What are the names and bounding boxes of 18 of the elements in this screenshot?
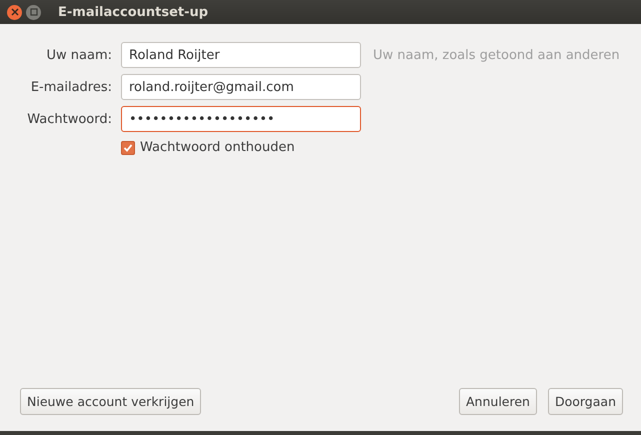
dialog-button[interactable]: Annuleren bbox=[459, 388, 537, 415]
dialog-button[interactable]: Nieuwe account verkrijgen bbox=[20, 388, 202, 415]
field-label: E-mailadres: bbox=[30, 80, 112, 94]
input-field[interactable]: ••••••••••••••••••• bbox=[121, 106, 361, 132]
window-title: E-mailaccountset-up bbox=[58, 4, 208, 20]
field-label: Uw naam: bbox=[46, 48, 112, 62]
close-icon bbox=[10, 8, 18, 16]
checkbox-label: Wachtwoord onthouden bbox=[140, 140, 295, 155]
dialog-button[interactable]: Doorgaan bbox=[548, 388, 623, 415]
maximize-button[interactable] bbox=[26, 4, 41, 20]
input-field[interactable]: roland.roijter@gmail.com bbox=[121, 74, 361, 100]
hint-text: Uw naam, zoals getoond aan anderen bbox=[373, 48, 621, 62]
checkbox[interactable] bbox=[121, 140, 135, 154]
close-button[interactable] bbox=[7, 4, 22, 20]
field-label: Wachtwoord: bbox=[26, 112, 112, 126]
input-field[interactable]: Roland Roijter bbox=[121, 42, 361, 68]
checkmark-icon bbox=[123, 142, 133, 152]
maximize-icon bbox=[30, 8, 38, 16]
